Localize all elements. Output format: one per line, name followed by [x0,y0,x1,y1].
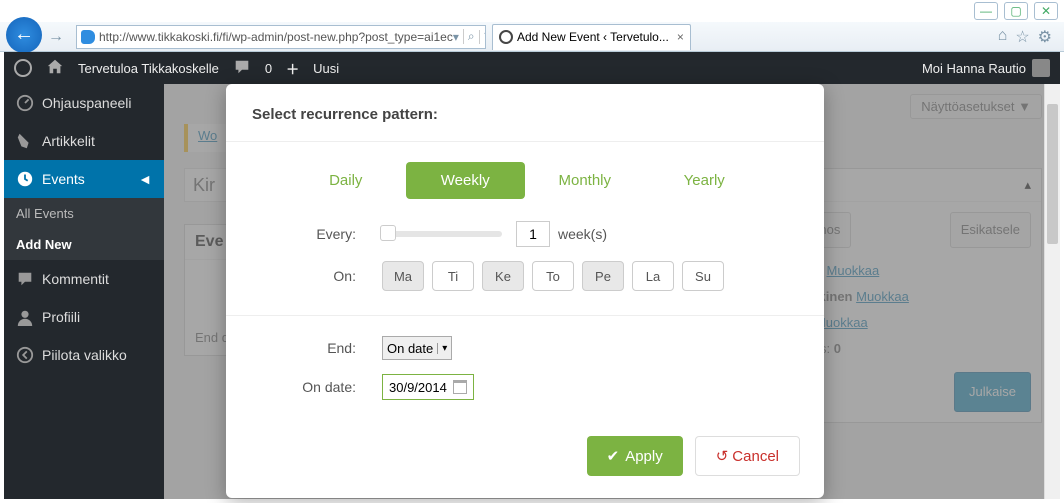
sidebar-sub-add-new[interactable]: Add New [4,229,164,260]
tab-monthly[interactable]: Monthly [525,162,645,199]
interval-input[interactable] [516,221,550,247]
day-fri[interactable]: Pe [582,261,624,291]
sidebar-label: Events [42,171,85,187]
site-name[interactable]: Tervetuloa Tikkakoskelle [78,61,219,76]
undo-icon: ↺ [716,447,729,465]
tab-daily[interactable]: Daily [286,162,406,199]
plus-icon: ＋ [286,59,299,78]
url-text: http://www.tikkakoski.fi/fi/wp-admin/pos… [99,30,453,44]
greeting[interactable]: Moi Hanna Rautio [922,61,1026,76]
sidebar-label: Ohjauspaneeli [42,95,132,111]
day-sun[interactable]: Su [682,261,724,291]
apply-button[interactable]: ✔ Apply [587,436,683,476]
day-tue[interactable]: Ti [432,261,474,291]
url-dropdown-icon[interactable]: ▾ [453,30,459,44]
sidebar-label: Kommentit [42,271,109,287]
scrollbar-thumb[interactable] [1047,104,1058,244]
sidebar-sub-all-events[interactable]: All Events [4,198,164,229]
cancel-button[interactable]: ↺ Cancel [695,436,800,476]
browser-tab[interactable]: Add New Event ‹ Tervetulo... × [492,24,691,50]
interval-slider[interactable] [382,231,502,237]
slider-thumb[interactable] [380,225,396,241]
day-sat[interactable]: La [632,261,674,291]
recurrence-modal: Select recurrence pattern: Daily Weekly … [226,84,824,498]
scrollbar[interactable] [1044,84,1060,499]
check-icon: ✔ [607,447,620,465]
browser-toolbar: ← → http://www.tikkakoski.fi/fi/wp-admin… [0,22,1064,52]
window-controls: — ▢ ✕ [974,2,1058,20]
sidebar-label: Artikkelit [42,133,95,149]
sidebar-label: Piilota valikko [42,347,127,363]
calendar-icon[interactable] [453,380,467,394]
favorites-icon[interactable]: ☆ [1015,27,1029,47]
home-icon[interactable]: ⌂ [998,27,1008,47]
tab-weekly[interactable]: Weekly [406,162,526,199]
day-wed[interactable]: Ke [482,261,524,291]
ie-icon [81,30,95,44]
refresh-icon[interactable]: ↻ [479,30,486,44]
win-close[interactable]: ✕ [1034,2,1058,20]
chevron-down-icon: ▾ [437,343,447,354]
nav-back-button[interactable]: ← [6,17,42,53]
wp-logo-icon[interactable] [14,59,32,77]
tab-yearly[interactable]: Yearly [645,162,765,199]
on-label: On: [256,268,356,284]
address-bar[interactable]: http://www.tikkakoski.fi/fi/wp-admin/pos… [76,25,486,49]
active-arrow-icon: ◄ [138,171,152,187]
modal-title: Select recurrence pattern: [226,84,824,141]
day-mon[interactable]: Ma [382,261,424,291]
sidebar-item-events[interactable]: Events ◄ [4,160,164,198]
avatar[interactable] [1032,59,1050,77]
weekday-picker: Ma Ti Ke To Pe La Su [382,261,724,291]
tab-title: Add New Event ‹ Tervetulo... [517,30,669,44]
comment-count: 0 [265,61,272,76]
sidebar-item-posts[interactable]: Artikkelit [4,122,164,160]
tab-close-icon[interactable]: × [677,30,684,44]
sidebar-item-comments[interactable]: Kommentit [4,260,164,298]
interval-unit: week(s) [558,226,607,242]
win-maximize[interactable]: ▢ [1004,2,1028,20]
end-date-input[interactable]: 30/9/2014 [382,374,474,400]
every-label: Every: [256,226,356,242]
wp-admin-bar: Tervetuloa Tikkakoskelle 0 ＋ Uusi Moi Ha… [4,52,1060,84]
sidebar-label: Profiili [42,309,80,325]
sidebar-collapse[interactable]: Piilota valikko [4,336,164,374]
tools-icon[interactable]: ⚙ [1038,27,1052,47]
end-label: End: [256,340,356,356]
comments-dashicon[interactable] [233,58,251,79]
search-icon[interactable]: ⌕ [463,29,475,44]
nav-forward-button[interactable]: → [44,25,68,49]
win-minimize[interactable]: — [974,2,998,20]
new-link[interactable]: Uusi [313,61,339,76]
sidebar-item-profile[interactable]: Profiili [4,298,164,336]
recurrence-tabs: Daily Weekly Monthly Yearly [256,162,794,199]
wp-favicon [499,30,513,44]
end-select[interactable]: On date▾ [382,336,452,360]
ondate-label: On date: [256,379,356,395]
home-dashicon [46,58,64,79]
sidebar-item-dashboard[interactable]: Ohjauspaneeli [4,84,164,122]
day-thu[interactable]: To [532,261,574,291]
admin-sidebar: Ohjauspaneeli Artikkelit Events ◄ All Ev… [4,84,164,499]
